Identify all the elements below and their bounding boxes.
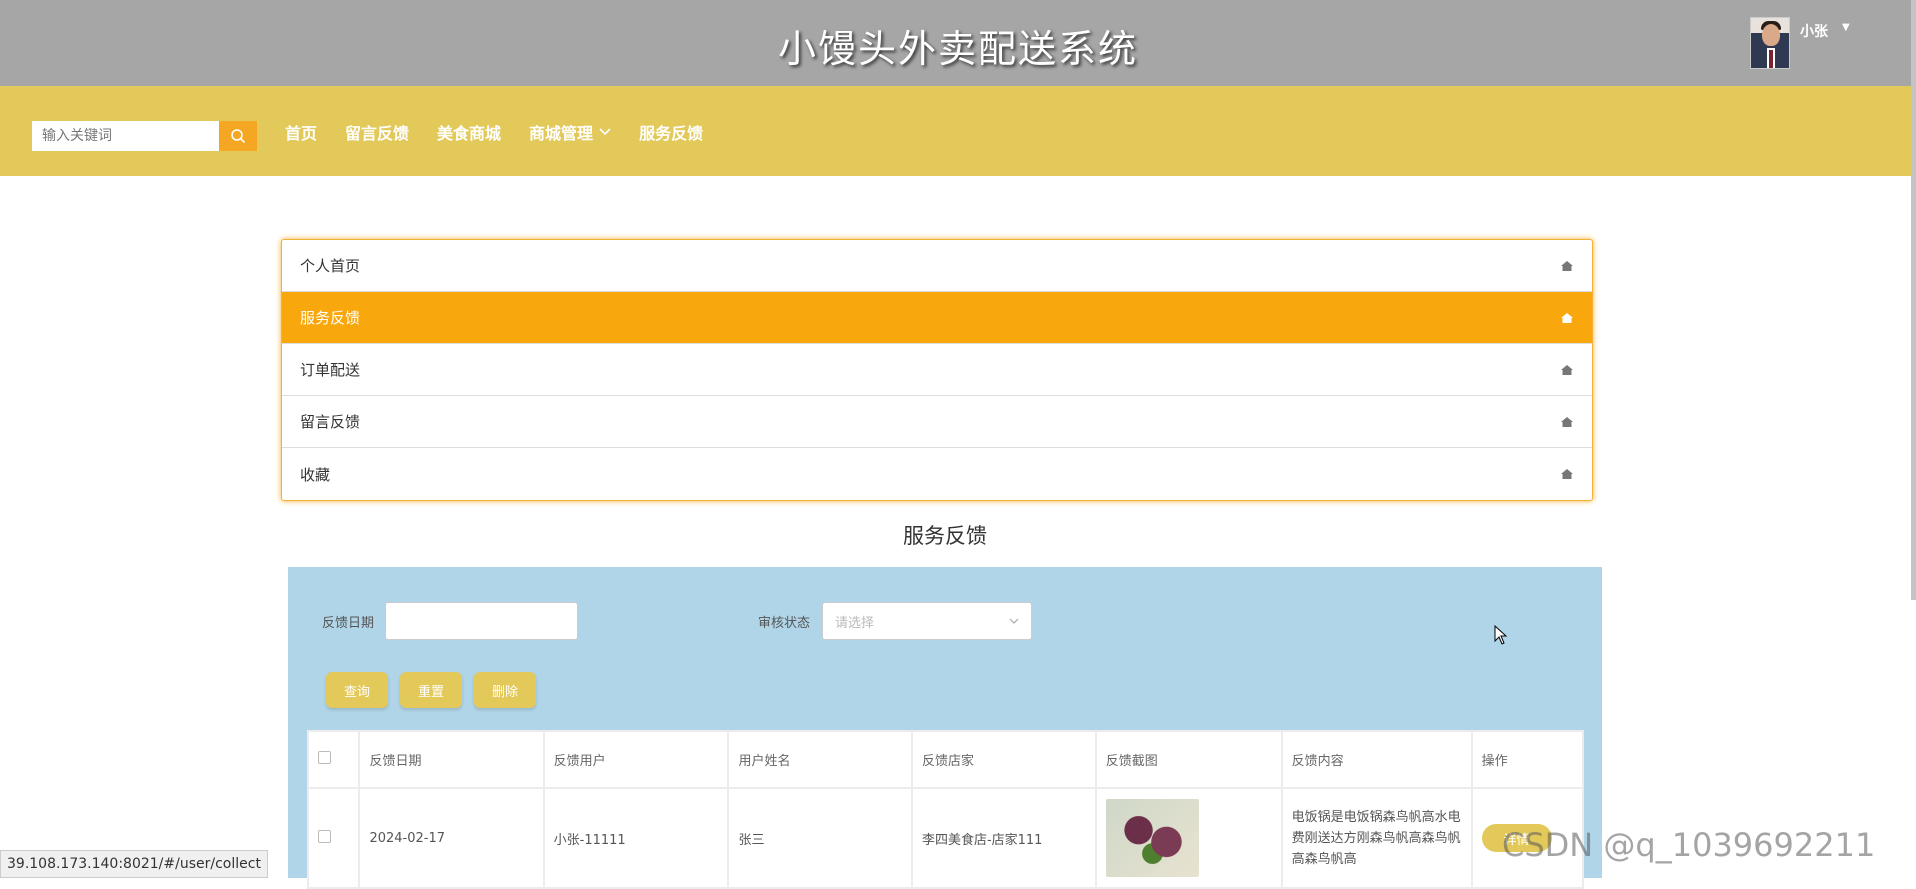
column-header[interactable]: 用户姓名 xyxy=(727,730,913,789)
home-icon xyxy=(1561,312,1573,323)
nav-item-food-mall[interactable]: 美食商城 xyxy=(437,120,501,144)
watermark: CSDN @q_1039692211 xyxy=(1502,826,1876,864)
home-icon xyxy=(1561,469,1573,479)
caret-down-icon[interactable]: ▼ xyxy=(1842,22,1850,33)
delete-button[interactable]: 删除 xyxy=(474,672,536,708)
column-header: 操作 xyxy=(1470,730,1585,789)
column-header[interactable]: 反馈内容 xyxy=(1280,730,1473,789)
nav-item-mall-management[interactable]: 商城管理 xyxy=(529,120,611,144)
user-center-menu: 个人首页 服务反馈 订单配送 留言反馈 收藏 xyxy=(281,239,1593,501)
nav-item-home[interactable]: 首页 xyxy=(285,120,317,144)
search-input[interactable] xyxy=(32,121,219,151)
nav-item-mall-management-label: 商城管理 xyxy=(529,124,594,143)
nav-item-service-feedback[interactable]: 服务反馈 xyxy=(639,120,703,144)
column-header[interactable]: 反馈截图 xyxy=(1094,730,1283,789)
feedback-screenshot-image[interactable] xyxy=(1105,799,1199,877)
user-menu[interactable]: 小张 ▼ xyxy=(1750,17,1850,69)
reset-button[interactable]: 重置 xyxy=(400,672,462,708)
status-select-value: 请选择 xyxy=(835,615,875,631)
menu-item-label: 服务反馈 xyxy=(300,309,361,327)
column-header[interactable]: 反馈店家 xyxy=(910,730,1097,789)
column-header[interactable]: 反馈日期 xyxy=(358,730,545,789)
nav-bar: 首页 留言反馈 美食商城 商城管理 服务反馈 xyxy=(0,86,1916,176)
home-icon xyxy=(1561,260,1573,271)
feedback-content: 电饭锅是电饭锅森鸟帆高水电费刚送达方刚森鸟帆高森鸟帆高森鸟帆高 xyxy=(1291,809,1461,867)
menu-item-label: 收藏 xyxy=(300,465,331,484)
column-header[interactable]: 反馈用户 xyxy=(542,730,730,789)
menu-item-profile[interactable]: 个人首页 xyxy=(282,240,1592,292)
date-filter-input[interactable] xyxy=(385,602,578,640)
username[interactable]: 小张 xyxy=(1800,21,1828,41)
search-bar xyxy=(32,121,257,151)
avatar[interactable] xyxy=(1750,17,1790,69)
mouse-cursor-icon xyxy=(1494,625,1508,645)
menu-item-label: 个人首页 xyxy=(300,257,361,275)
cell-user: 小张-11111 xyxy=(542,787,730,889)
nav-item-messages[interactable]: 留言反馈 xyxy=(345,120,409,144)
cell-shop: 李四美食店-店家111 xyxy=(910,787,1097,889)
main-nav: 首页 留言反馈 美食商城 商城管理 服务反馈 xyxy=(285,120,703,144)
table-row: 2024-02-17 小张-11111 张三 李四美食店-店家111 电饭锅是电… xyxy=(306,787,1585,889)
page-scrollbar[interactable] xyxy=(1911,0,1916,600)
status-select[interactable]: 请选择 xyxy=(822,602,1032,640)
menu-item-service-feedback[interactable]: 服务反馈 xyxy=(282,292,1592,344)
cell-content: 电饭锅是电饭锅森鸟帆高水电费刚送达方刚森鸟帆高森鸟帆高森鸟帆高 xyxy=(1280,787,1473,889)
search-button[interactable] xyxy=(219,121,257,151)
site-title: 小馒头外卖配送系统 xyxy=(777,27,1138,71)
cell-screenshot xyxy=(1094,787,1283,889)
chevron-down-icon xyxy=(599,128,611,136)
table-header-row: 反馈日期 反馈用户 用户姓名 反馈店家 反馈截图 反馈内容 操作 xyxy=(306,730,1585,789)
menu-item-label: 留言反馈 xyxy=(300,413,361,431)
menu-item-order-delivery[interactable]: 订单配送 xyxy=(282,344,1592,396)
feedback-table: 反馈日期 反馈用户 用户姓名 反馈店家 反馈截图 反馈内容 操作 2024-02… xyxy=(306,730,1585,889)
menu-item-label: 订单配送 xyxy=(300,361,361,379)
feedback-panel: 反馈日期 审核状态 请选择 查询 重置 删除 反馈日期 反馈用户 用户姓名 反馈… xyxy=(288,567,1602,889)
date-filter-label: 反馈日期 xyxy=(322,616,375,631)
browser-status-bar: 39.108.173.140:8021/#/user/collect xyxy=(0,850,268,878)
status-filter-label: 审核状态 xyxy=(758,616,811,631)
home-icon xyxy=(1561,416,1573,427)
menu-item-favorites[interactable]: 收藏 xyxy=(282,448,1592,500)
cell-date: 2024-02-17 xyxy=(358,787,545,889)
chevron-down-icon xyxy=(1009,618,1019,624)
row-select-cell xyxy=(306,787,361,889)
select-all-checkbox[interactable] xyxy=(318,751,331,764)
row-checkbox[interactable] xyxy=(318,829,331,843)
query-button[interactable]: 查询 xyxy=(326,672,388,708)
section-title: 服务反馈 xyxy=(903,524,987,548)
select-all-cell xyxy=(306,730,361,789)
cell-name: 张三 xyxy=(727,787,913,889)
search-icon xyxy=(231,129,246,144)
menu-item-messages[interactable]: 留言反馈 xyxy=(282,396,1592,448)
home-icon xyxy=(1561,364,1573,375)
top-header: 小馒头外卖配送系统 小张 ▼ xyxy=(0,0,1916,86)
